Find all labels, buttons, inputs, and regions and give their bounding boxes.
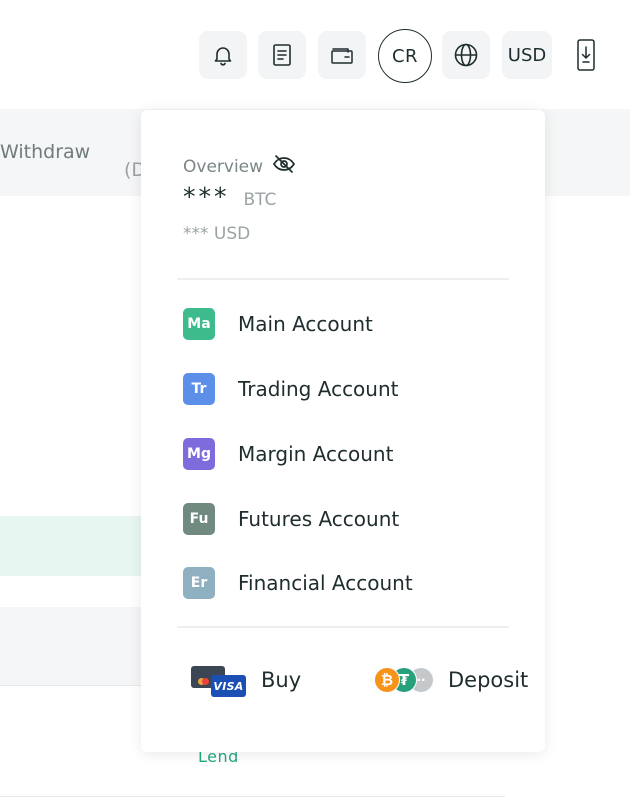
globe-icon [453,42,479,68]
btc-unit: BTC [243,190,277,210]
buy-label: Buy [261,668,302,692]
coins-icon: ₿ ₮ ·· [374,667,434,693]
deposit-button[interactable]: ₿ ₮ ·· Deposit [374,662,528,698]
wallet-icon [330,44,354,66]
usd-balance-value: *** USD [183,224,251,244]
main-account-item[interactable]: Ma Main Account [183,308,373,340]
table-row [0,607,145,685]
withdraw-column-label[interactable]: Withdraw [0,141,90,163]
eye-off-icon[interactable] [272,154,296,179]
trading-account-badge: Tr [183,373,215,405]
btc-balance-value: *** [183,182,230,211]
margin-account-item[interactable]: Mg Margin Account [183,438,393,470]
futures-account-label: Futures Account [238,507,400,531]
deposit-label: Deposit [448,668,529,692]
bell-icon [211,43,235,67]
user-avatar-button[interactable]: CR [378,29,432,83]
visa-card-logo: VISA [211,675,246,697]
assets-dropdown: Overview *** BTC *** USD Ma Main Account… [141,110,545,752]
download-app-button[interactable] [567,31,605,79]
financial-account-label: Financial Account [238,571,413,595]
divider [177,626,509,628]
currency-label: USD [507,44,547,66]
main-account-label: Main Account [238,312,373,336]
assets-button[interactable] [318,31,366,79]
highlighted-row [0,516,145,576]
buy-crypto-button[interactable]: VISA Buy [191,662,301,698]
currency-button[interactable]: USD [502,31,552,79]
bitcoin-icon: ₿ [374,667,400,693]
main-account-badge: Ma [183,308,215,340]
trading-account-item[interactable]: Tr Trading Account [183,373,399,405]
avatar-initials: CR [391,45,419,67]
margin-account-label: Margin Account [238,442,394,466]
futures-account-badge: Fu [183,503,215,535]
language-button[interactable] [442,31,490,79]
trading-account-label: Trading Account [238,377,399,401]
row-divider [0,796,505,797]
financial-account-badge: Er [183,567,215,599]
divider [177,278,509,280]
notifications-button[interactable] [199,31,247,79]
financial-account-item[interactable]: Er Financial Account [183,567,413,599]
margin-account-badge: Mg [183,438,215,470]
document-icon [271,43,293,67]
credit-card-icon: VISA [191,664,247,697]
overview-label: Overview [183,156,264,177]
futures-account-item[interactable]: Fu Futures Account [183,503,399,535]
phone-download-icon [575,38,597,72]
overview-header: Overview [183,154,296,179]
orders-button[interactable] [258,31,306,79]
overview-btc-balance: *** BTC [183,182,276,211]
row-divider [0,685,145,686]
